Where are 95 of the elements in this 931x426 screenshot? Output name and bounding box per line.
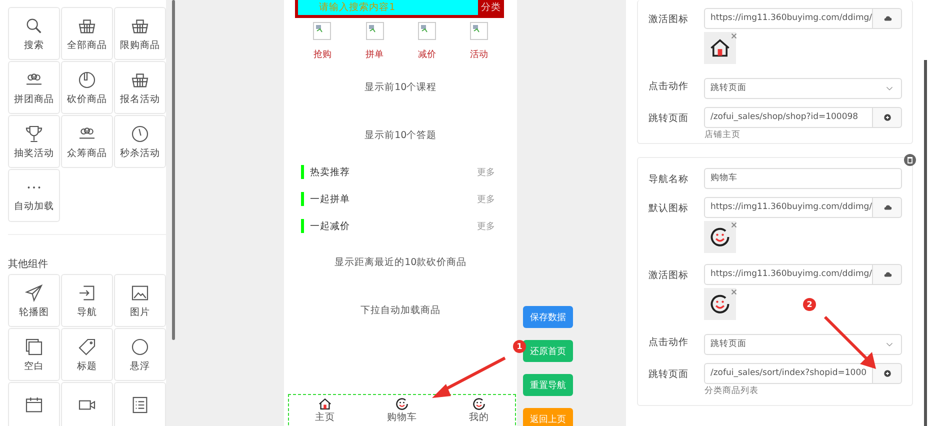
placeholder-note: 下拉自动加载商品 — [360, 304, 442, 317]
component-tile[interactable]: 报名活动 — [114, 61, 166, 114]
component-tile[interactable]: 轮播图 — [8, 274, 60, 327]
smiley-icon — [709, 293, 732, 315]
placeholder-note: 显示距离最近的10款砍价商品 — [334, 256, 468, 269]
plus-circle-icon — [882, 113, 892, 122]
category-label[interactable]: 分类 — [478, 0, 504, 15]
list-icon — [130, 395, 150, 415]
field-label: 跳转页面 — [648, 368, 690, 382]
close-icon[interactable] — [731, 33, 738, 39]
nav-item[interactable]: 主页 — [315, 395, 336, 426]
component-tile[interactable]: 导航 — [61, 274, 113, 327]
plane-icon — [24, 282, 44, 302]
url-field[interactable]: /zofui_sales/sort/index?shopid=1000 — [704, 363, 873, 384]
add-on-button[interactable] — [873, 107, 902, 128]
component-tile[interactable]: 空白 — [8, 328, 60, 381]
component-tile[interactable] — [61, 382, 113, 426]
field-label: 点击动作 — [648, 80, 690, 94]
clock-icon — [130, 124, 150, 144]
shortcut-label[interactable]: 抢购 — [313, 48, 332, 61]
nav-item[interactable]: 我的 — [469, 395, 490, 426]
url-field[interactable]: https://img11.360buyimg.com/ddimg/ — [704, 264, 873, 285]
add-on-button[interactable] — [873, 8, 902, 29]
section-title: 一起拼单 — [310, 192, 352, 206]
component-tile[interactable]: 全部商品 — [61, 7, 113, 60]
house-icon — [709, 37, 732, 59]
scrollbar[interactable] — [924, 60, 927, 426]
section-marker — [301, 165, 304, 179]
add-on-button[interactable] — [873, 264, 902, 285]
circle-icon — [130, 336, 150, 356]
broken-image-icon — [313, 22, 332, 40]
section-marker — [301, 219, 304, 233]
field-label: 点击动作 — [648, 336, 690, 350]
field-label: 激活图标 — [648, 269, 690, 283]
section-marker — [301, 192, 304, 206]
pie-icon — [77, 70, 97, 90]
smiley-icon — [472, 397, 486, 411]
text-field[interactable]: 购物车 — [704, 168, 902, 189]
component-tile[interactable]: 砍价商品 — [61, 61, 113, 114]
broken-image-icon — [418, 22, 436, 40]
component-tile[interactable]: 标题 — [61, 328, 113, 381]
component-tile[interactable]: 限购商品 — [114, 7, 166, 60]
broken-image-icon — [470, 22, 488, 40]
smiley-icon — [395, 397, 410, 411]
url-field[interactable]: /zofui_sales/shop/shop?id=100098 — [704, 107, 873, 128]
component-tile[interactable] — [114, 382, 166, 426]
close-icon[interactable] — [731, 222, 738, 228]
cloud-upload-icon — [882, 203, 892, 212]
calendar-icon — [24, 395, 44, 415]
shortcut-label[interactable]: 减价 — [418, 48, 436, 61]
smiley-icon — [709, 226, 732, 248]
component-tile[interactable]: 拼团商品 — [8, 61, 60, 114]
add-on-button[interactable] — [873, 363, 902, 384]
placeholder-note: 显示前10个课程 — [364, 81, 438, 94]
url-field[interactable]: https://img11.360buyimg.com/ddimg/ — [704, 197, 873, 218]
component-tile[interactable]: 搜索 — [8, 7, 60, 60]
plus-circle-icon — [882, 369, 892, 378]
component-tile[interactable]: 秒杀活动 — [114, 115, 166, 168]
close-icon[interactable] — [731, 289, 738, 295]
chevron-down-icon — [886, 342, 893, 347]
component-tile[interactable] — [8, 382, 60, 426]
add-on-button[interactable] — [873, 197, 902, 218]
component-tile[interactable]: 自动加载 — [8, 169, 60, 222]
section-title: 一起减价 — [310, 220, 352, 232]
component-tile[interactable]: 抽奖活动 — [8, 115, 60, 168]
action-select[interactable]: 跳转页面 — [704, 334, 902, 355]
action-select[interactable]: 跳转页面 — [704, 78, 902, 99]
page-hint: 分类商品列表 — [704, 385, 760, 397]
trophy-icon — [24, 124, 44, 144]
cloud-upload-icon — [882, 270, 892, 279]
component-tile[interactable]: 悬浮 — [114, 328, 166, 381]
component-tile[interactable]: 众筹商品 — [61, 115, 113, 168]
group-title: 其他组件 — [8, 258, 49, 271]
field-label: 默认图标 — [648, 202, 690, 216]
field-label: 跳转页面 — [648, 112, 690, 126]
component-tile[interactable]: 图片 — [114, 274, 166, 327]
shortcut-label[interactable]: 活动 — [470, 48, 488, 61]
nav-item[interactable]: 购物车 — [387, 395, 418, 426]
cloud-upload-icon — [882, 14, 892, 23]
dots-icon — [27, 186, 41, 189]
tag-icon — [77, 336, 97, 356]
layers-icon — [24, 336, 44, 356]
url-field[interactable]: https://img11.360buyimg.com/ddimg/ — [704, 8, 873, 29]
broken-image-icon — [366, 22, 384, 40]
chevron-down-icon — [886, 86, 893, 91]
scrollbar[interactable] — [172, 0, 175, 340]
shortcut-label[interactable]: 拼单 — [366, 48, 384, 61]
section-title: 热卖推荐 — [310, 166, 352, 178]
delete-icon[interactable] — [904, 154, 916, 166]
annotation-arrow — [824, 316, 876, 369]
placeholder-note: 显示前10个答题 — [364, 129, 438, 142]
field-label: 导航名称 — [648, 173, 690, 187]
field-label: 激活图标 — [648, 13, 690, 27]
house-icon — [318, 397, 332, 411]
page-hint: 店铺主页 — [704, 129, 742, 141]
